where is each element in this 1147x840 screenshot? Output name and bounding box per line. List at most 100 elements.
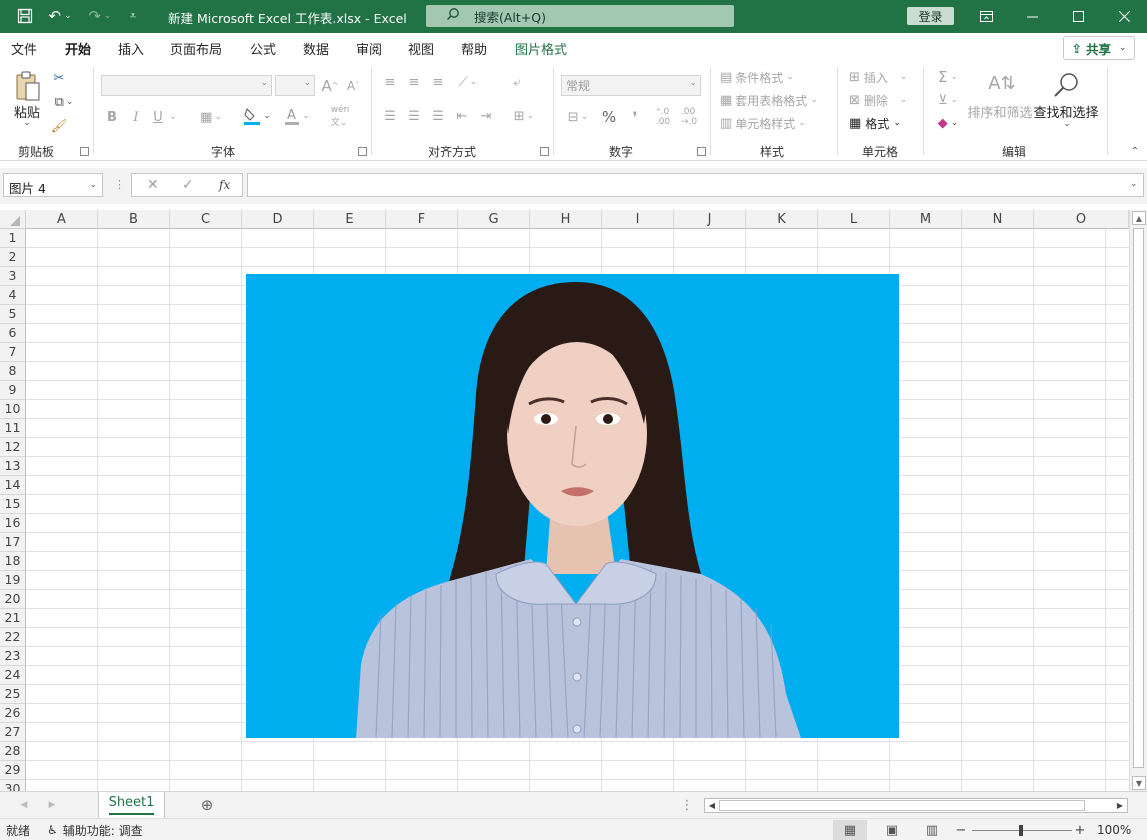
paste-icon[interactable] [12,69,44,103]
column-header-a[interactable]: A [26,210,98,229]
add-sheet-icon[interactable]: ⊕ [198,796,216,814]
row-header-15[interactable]: 15 [0,495,26,514]
tab-view[interactable]: 视图 [408,39,434,58]
find-select-icon[interactable] [1048,69,1084,101]
row-header-11[interactable]: 11 [0,419,26,438]
column-header-h[interactable]: H [530,210,602,229]
minimize-icon[interactable] [1009,0,1055,33]
italic-button[interactable]: I [128,107,144,127]
zoom-out-icon[interactable]: − [954,822,968,838]
row-header-19[interactable]: 19 [0,571,26,590]
merge-center-icon[interactable]: ⊞ ⌄ [508,107,540,125]
tab-insert[interactable]: 插入 [118,39,144,58]
accessibility-status[interactable]: ♿ 辅助功能: 调查 [47,822,143,838]
search-box[interactable]: 搜索(Alt+Q) [426,5,734,27]
scroll-up-icon[interactable]: ▲ [1132,211,1146,225]
page-break-view-icon[interactable]: ▥ [920,820,944,840]
clipboard-launcher-icon[interactable] [80,147,89,156]
comma-style-icon[interactable]: ❜ [626,107,644,127]
row-header-27[interactable]: 27 [0,723,26,742]
row-header-2[interactable]: 2 [0,248,26,267]
column-header-e[interactable]: E [314,210,386,229]
align-left-icon[interactable]: ☰ [381,107,399,125]
tab-data[interactable]: 数据 [303,39,329,58]
tab-splitter-icon[interactable]: ⋮ [681,797,694,813]
tab-picture-format[interactable]: 图片格式 [515,39,567,58]
column-header-k[interactable]: K [746,210,818,229]
row-header-22[interactable]: 22 [0,628,26,647]
portrait-picture[interactable] [246,274,899,738]
font-launcher-icon[interactable] [358,147,367,156]
orientation-icon[interactable]: ⟋ ⌄ [452,73,484,91]
cell-styles-button[interactable]: ▥ 单元格样式 ⌄ [720,114,806,132]
horizontal-scroll-thumb[interactable] [719,800,1085,811]
normal-view-icon[interactable]: ▦ [833,820,867,840]
row-header-30[interactable]: 30 [0,780,26,791]
align-top-icon[interactable]: ≡ [381,73,399,91]
row-header-18[interactable]: 18 [0,552,26,571]
underline-dropdown-icon[interactable]: ⌄ [168,107,178,127]
column-header-b[interactable]: B [98,210,170,229]
fill-color-icon[interactable]: ⌄ [240,105,274,127]
font-name-select[interactable]: ⌄ [101,75,272,96]
paste-label[interactable]: 粘贴 [10,103,44,121]
redo-icon[interactable]: ↷ ⌄ [84,6,116,26]
column-header-g[interactable]: G [458,210,530,229]
prev-sheet-icon[interactable]: ◀ [18,798,30,812]
bold-button[interactable]: B [104,107,120,127]
fill-icon[interactable]: ⊻ ⌄ [932,91,964,109]
column-header-j[interactable]: J [674,210,746,229]
ribbon-display-options-icon[interactable] [963,0,1009,33]
vertical-scroll-thumb[interactable] [1133,228,1144,768]
row-header-8[interactable]: 8 [0,362,26,381]
clear-icon[interactable]: ◆ ⌄ [932,114,964,132]
sort-filter-icon[interactable]: A⇅ [982,69,1022,97]
row-header-28[interactable]: 28 [0,742,26,761]
underline-button[interactable]: U [150,107,166,127]
zoom-level[interactable]: 100% [1097,822,1131,838]
align-center-icon[interactable]: ☰ [405,107,423,125]
name-box[interactable]: 图片 4 ⌄ [3,173,103,197]
collapse-ribbon-icon[interactable]: ⌃ [1128,145,1142,157]
percent-style-button[interactable]: % [600,107,618,127]
row-header-21[interactable]: 21 [0,609,26,628]
row-header-23[interactable]: 23 [0,647,26,666]
customize-toolbar-icon[interactable]: ⩡ [122,6,144,26]
align-right-icon[interactable]: ☰ [429,107,447,125]
vertical-scrollbar[interactable]: ▲ ▼ [1129,210,1147,791]
row-header-29[interactable]: 29 [0,761,26,780]
increase-font-icon[interactable]: A ^ [320,75,340,96]
find-select-label[interactable]: 查找和选择 [1034,103,1099,121]
accounting-format-icon[interactable]: ⊟ ⌄ [562,107,594,127]
wrap-text-icon[interactable]: ⤶ [508,73,526,91]
zoom-slider-thumb[interactable] [1019,825,1023,836]
column-header-c[interactable]: C [170,210,242,229]
find-select-dropdown-icon[interactable]: ⌄ [1060,119,1074,129]
page-layout-view-icon[interactable]: ▣ [880,820,904,840]
number-launcher-icon[interactable] [697,147,706,156]
row-header-4[interactable]: 4 [0,286,26,305]
insert-cells-button[interactable]: ⊞ 插入 ⌄ [849,68,907,86]
row-header-24[interactable]: 24 [0,666,26,685]
next-sheet-icon[interactable]: ▶ [46,798,58,812]
copy-icon[interactable]: ⧉ ⌄ [50,93,78,111]
decrease-font-icon[interactable]: Aˇ [343,75,363,96]
row-header-25[interactable]: 25 [0,685,26,704]
delete-cells-button[interactable]: ⊠ 删除 ⌄ [849,91,907,109]
row-header-10[interactable]: 10 [0,400,26,419]
insert-function-button[interactable]: fx [219,178,230,192]
tab-formulas[interactable]: 公式 [250,39,276,58]
row-header-1[interactable]: 1 [0,229,26,248]
column-header-m[interactable]: M [890,210,962,229]
borders-icon[interactable]: ▦ ⌄ [195,107,227,127]
cut-icon[interactable]: ✂ [50,69,68,87]
align-bottom-icon[interactable]: ≡ [429,73,447,91]
paste-dropdown-icon[interactable]: ⌄ [20,118,34,128]
format-cells-button[interactable]: ▦ 格式 ⌄ [849,114,901,132]
cancel-entry-icon[interactable]: ✕ [147,177,159,193]
increase-decimal-icon[interactable]: ⁺.0.00 [652,107,674,127]
row-header-12[interactable]: 12 [0,438,26,457]
row-header-20[interactable]: 20 [0,590,26,609]
decrease-indent-icon[interactable]: ⇤ [453,107,471,125]
align-middle-icon[interactable]: ≡ [405,73,423,91]
